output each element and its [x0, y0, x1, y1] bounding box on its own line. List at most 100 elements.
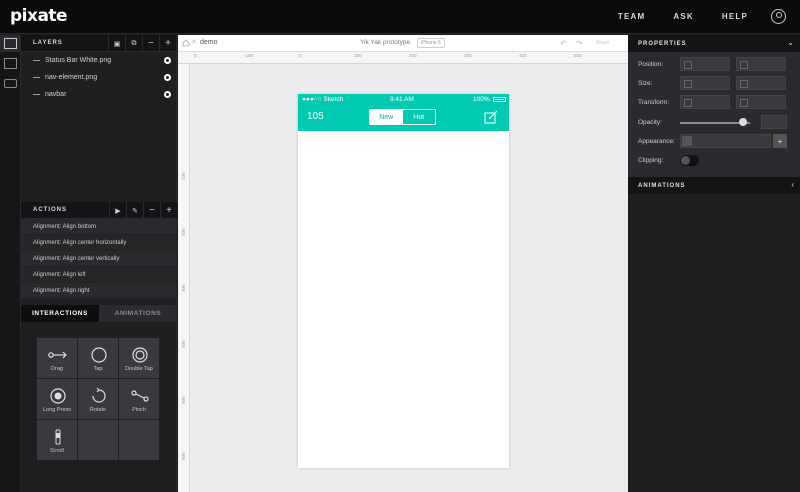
- group-layer-icon[interactable]: ▣: [108, 35, 125, 52]
- width-field[interactable]: [680, 76, 730, 90]
- nav-help[interactable]: HELP: [722, 12, 748, 21]
- scale-field[interactable]: [736, 95, 786, 109]
- actions-section: ACTIONS ▶ ✎ − + Alignment: Align bottom …: [21, 202, 177, 299]
- ruler-tick-label: 500: [181, 396, 186, 404]
- nav-team[interactable]: TEAM: [618, 12, 645, 21]
- duplicate-layer-icon[interactable]: ⧉: [125, 35, 142, 52]
- gesture-scroll[interactable]: Scroll: [37, 420, 77, 460]
- status-time: 9:41 AM: [390, 96, 414, 103]
- visibility-icon[interactable]: [164, 74, 171, 81]
- layer-item[interactable]: navbar: [21, 86, 176, 103]
- ruler-tick-label: 200: [181, 228, 186, 236]
- position-x-field[interactable]: [680, 57, 730, 71]
- position-y-field[interactable]: [736, 57, 786, 71]
- app-logo: pixate: [10, 6, 68, 26]
- ruler-left: 100 200 300 400 500 600 700: [178, 64, 190, 492]
- action-item[interactable]: Alignment: Align bottom: [21, 219, 177, 235]
- chevron-down-icon[interactable]: ⌄: [787, 38, 794, 47]
- gesture-rotate[interactable]: Rotate: [78, 379, 118, 419]
- action-item[interactable]: Alignment: Align center horizontally: [21, 235, 177, 251]
- share-button[interactable]: Share: [596, 40, 609, 46]
- gesture-label: Tap: [93, 366, 103, 372]
- gesture-double-tap[interactable]: Double Tap: [119, 338, 159, 378]
- remove-action-button[interactable]: −: [143, 202, 160, 219]
- transform-row: Transform:: [628, 95, 800, 111]
- visibility-icon[interactable]: [164, 91, 171, 98]
- gesture-drag[interactable]: Drag: [37, 338, 77, 378]
- ruler-tick-label: 200: [409, 53, 417, 58]
- action-item[interactable]: Alignment: Align left: [21, 267, 177, 283]
- layer-dash-icon: [33, 60, 40, 61]
- layer-item[interactable]: nav-element.png: [21, 69, 176, 86]
- clipping-row: Clipping:: [628, 153, 800, 169]
- gesture-label: Double Tap: [125, 366, 153, 372]
- top-bar: pixate TEAM ASK HELP: [0, 0, 800, 34]
- layer-item[interactable]: Status Bar White.png: [21, 52, 176, 69]
- size-label: Size:: [638, 80, 653, 87]
- transform-label: Transform:: [638, 99, 670, 106]
- pixate-app: pixate TEAM ASK HELP LAYERS ▣ ⧉ − + Stat…: [0, 0, 800, 492]
- layers-title: LAYERS: [33, 40, 63, 46]
- profile-icon[interactable]: [771, 9, 786, 24]
- ruler-tick-label: 100: [181, 172, 186, 180]
- breadcrumb-project[interactable]: demo: [200, 39, 218, 46]
- play-icon[interactable]: ▶: [109, 202, 126, 219]
- properties-header: PROPERTIES ⌄: [628, 35, 800, 52]
- redo-icon[interactable]: ↷: [576, 39, 583, 48]
- new-hot-segmented-control: New Hot: [369, 109, 436, 125]
- rotate-icon: [92, 387, 106, 403]
- gesture-label: Long Press: [43, 407, 71, 413]
- properties-title: PROPERTIES: [638, 40, 687, 47]
- gesture-tap[interactable]: Tap: [78, 338, 118, 378]
- gesture-label: Pinch: [132, 407, 146, 413]
- layer-label: Status Bar White.png: [45, 57, 112, 64]
- action-item[interactable]: Alignment: Align right: [21, 283, 177, 299]
- battery-percent: 100%: [473, 96, 490, 103]
- animations-title: ANIMATIONS: [638, 183, 686, 189]
- breadcrumb-separator: >: [192, 39, 197, 46]
- add-layer-button[interactable]: +: [159, 35, 176, 52]
- edit-icon[interactable]: ✎: [126, 202, 143, 219]
- clipping-toggle[interactable]: [680, 155, 699, 166]
- top-nav: TEAM ASK HELP: [590, 12, 748, 21]
- layers-tool-icon[interactable]: [4, 38, 17, 49]
- undo-icon[interactable]: ↶: [560, 39, 567, 48]
- gesture-pinch[interactable]: Pinch: [119, 379, 159, 419]
- ruler-top: 0 -100 0 100 200 300 400 500: [178, 52, 628, 64]
- visibility-icon[interactable]: [164, 57, 171, 64]
- tab-animations[interactable]: ANIMATIONS: [99, 305, 177, 322]
- device-selector[interactable]: iPhone 6: [417, 38, 445, 48]
- action-item[interactable]: Alignment: Align center vertically: [21, 251, 177, 267]
- phone-nav-bar: 105 New Hot: [298, 105, 509, 131]
- image-tool-icon[interactable]: [4, 58, 17, 69]
- chevron-left-icon[interactable]: ‹: [791, 180, 794, 189]
- compose-icon[interactable]: [484, 110, 498, 124]
- add-appearance-button[interactable]: +: [773, 134, 787, 148]
- tap-icon: [91, 347, 107, 363]
- phone-artboard[interactable]: ●●●○○ Sketch 9:41 AM 100% 105 New Hot: [298, 94, 509, 468]
- home-icon[interactable]: [182, 39, 190, 47]
- double-tap-icon: [132, 347, 148, 363]
- gesture-grid: Drag Tap Double Tap Long Press Rotate Pi…: [37, 338, 160, 461]
- gesture-empty: [119, 420, 159, 460]
- rotation-field[interactable]: [680, 95, 730, 109]
- appearance-field[interactable]: [680, 134, 771, 148]
- add-action-button[interactable]: +: [160, 202, 177, 219]
- ruler-tick-label: 400: [181, 340, 186, 348]
- opacity-slider-handle[interactable]: [739, 118, 747, 126]
- gesture-empty: [78, 420, 118, 460]
- segment-hot[interactable]: Hot: [403, 110, 436, 124]
- segment-new[interactable]: New: [370, 110, 403, 124]
- opacity-field[interactable]: [761, 115, 787, 129]
- battery-icon: [493, 97, 506, 102]
- layer-dash-icon: [33, 77, 40, 78]
- appearance-swatch[interactable]: [682, 136, 692, 146]
- comment-tool-icon[interactable]: [4, 79, 17, 88]
- tab-interactions[interactable]: INTERACTIONS: [21, 305, 99, 322]
- remove-layer-button[interactable]: −: [142, 35, 159, 52]
- layer-label: nav-element.png: [45, 74, 98, 81]
- drag-icon: [48, 351, 67, 359]
- nav-ask[interactable]: ASK: [673, 12, 694, 21]
- height-field[interactable]: [736, 76, 786, 90]
- gesture-long-press[interactable]: Long Press: [37, 379, 77, 419]
